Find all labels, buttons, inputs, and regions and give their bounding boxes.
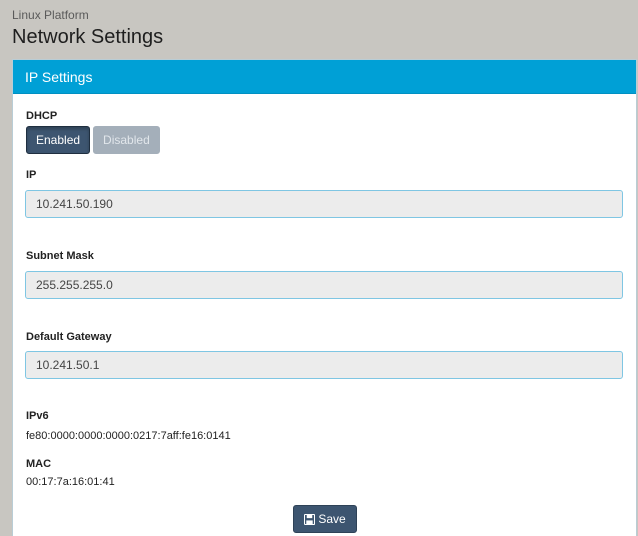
- ipv6-value: fe80:0000:0000:0000:0217:7aff:fe16:0141: [26, 430, 231, 442]
- dhcp-disabled-button[interactable]: Disabled: [93, 126, 160, 154]
- ipv6-label: IPv6: [26, 410, 49, 422]
- save-button-label: Save: [318, 512, 346, 526]
- mac-label: MAC: [26, 458, 52, 470]
- dhcp-enabled-button[interactable]: Enabled: [26, 126, 91, 154]
- dhcp-toggle-group: Enabled Disabled: [26, 126, 160, 154]
- panel-title: IP Settings: [25, 69, 93, 85]
- ip-label: IP: [26, 169, 37, 181]
- platform-label: Linux Platform: [12, 8, 89, 22]
- panel-heading: IP Settings: [13, 60, 636, 94]
- subnet-mask-label: Subnet Mask: [26, 250, 94, 262]
- subnet-mask-input[interactable]: [25, 271, 623, 299]
- default-gateway-input[interactable]: [25, 351, 623, 379]
- dhcp-label: DHCP: [26, 110, 58, 122]
- page-title: Network Settings: [12, 26, 164, 48]
- ip-input[interactable]: [25, 190, 623, 218]
- mac-value: 00:17:7a:16:01:41: [26, 476, 115, 488]
- default-gateway-label: Default Gateway: [26, 331, 112, 343]
- floppy-disk-icon: [304, 513, 316, 525]
- save-button[interactable]: Save: [293, 505, 357, 533]
- ip-settings-panel: IP Settings DHCP Enabled Disabled IP Sub…: [12, 59, 637, 536]
- page-header: Linux Platform Network Settings: [0, 0, 638, 58]
